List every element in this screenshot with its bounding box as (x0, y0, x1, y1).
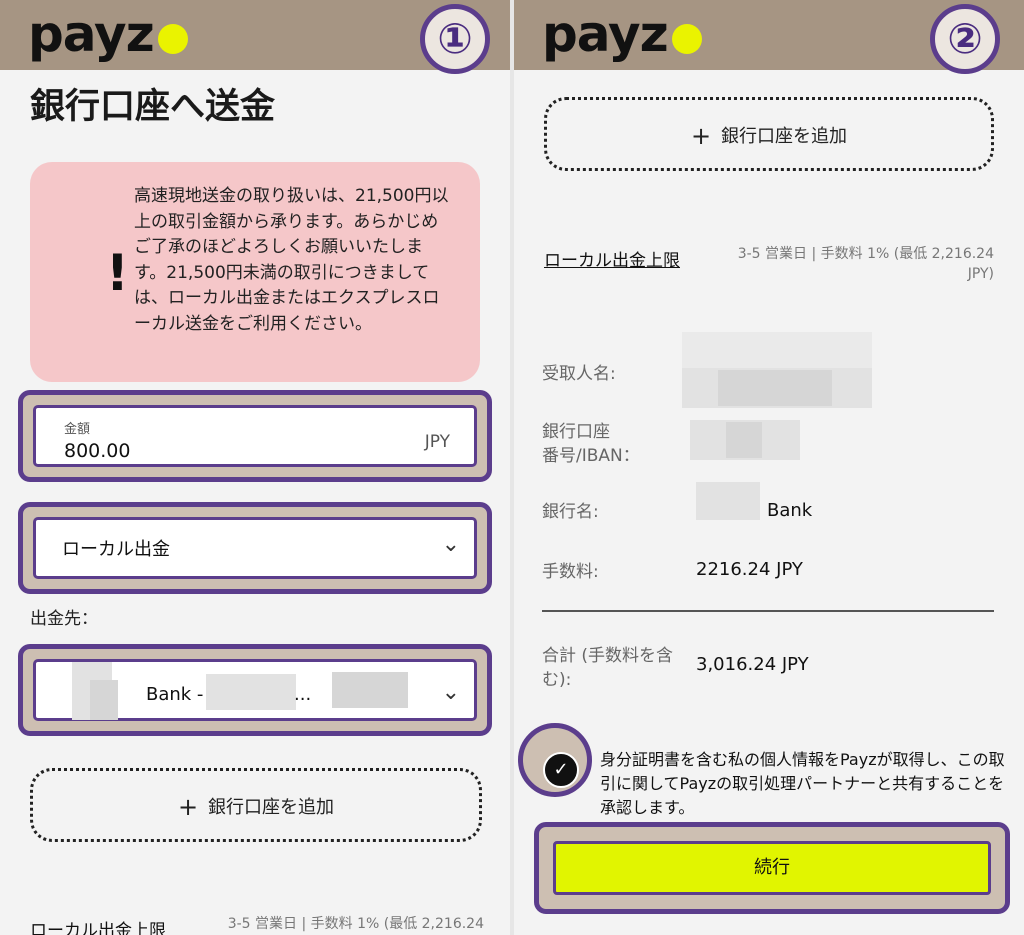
destination-highlight: Bank - ... ⌄ (18, 644, 492, 736)
redacted-block (696, 482, 760, 520)
total-value: 3,016.24 JPY (696, 654, 809, 675)
consent-highlight: ✓ (518, 723, 592, 797)
account-number-label: 銀行口座 番号/IBAN： (542, 422, 640, 466)
step-badge-2: ② (930, 4, 1000, 74)
chevron-down-icon: ⌄ (441, 680, 460, 705)
page-title: 銀行口座へ送金 (30, 87, 276, 127)
fee-label: 手数料: (542, 562, 599, 582)
top-bar: payz ① (0, 0, 510, 74)
amount-label: 金額 (64, 422, 91, 437)
total-label: 合計 (手数料を含 む): (542, 646, 674, 690)
consent-text: 身分証明書を含む私の個人情報をPayzが取得し、この取引に関してPayzの取引処… (600, 750, 1005, 817)
continue-highlight: 続行 (534, 822, 1010, 914)
add-bank-account-button[interactable]: + 銀行口座を追加 (30, 768, 482, 842)
payz-logo: payz (542, 5, 669, 63)
notice-text: 高速現地送金の取り扱いは、21,500円以上の取引金額から承ります。あらかじめご… (134, 186, 449, 334)
chevron-down-icon: ⌄ (441, 532, 460, 557)
add-bank-account-button[interactable]: + 銀行口座を追加 (544, 97, 994, 171)
fee-value: 2216.24 JPY (696, 559, 803, 580)
destination-ellipsis: ... (294, 684, 312, 705)
exclamation-icon: ! (106, 244, 129, 302)
redacted-block (206, 674, 296, 710)
payz-logo: payz (28, 5, 155, 63)
redacted-block (682, 332, 872, 368)
amount-value[interactable]: 800.00 (64, 440, 130, 462)
limit-info: 3-5 営業日 | 手数料 1% (最低 2,216.24 (227, 916, 484, 932)
redacted-block (332, 672, 408, 708)
redacted-block (718, 370, 832, 406)
redacted-block (726, 422, 762, 458)
continue-button[interactable]: 続行 (553, 841, 991, 895)
destination-bank: Bank - (146, 684, 204, 705)
step-2-panel: payz ② + 銀行口座を追加 ローカル出金上限 3-5 営業日 | 手数料 1… (514, 0, 1024, 935)
destination-label: 出金先： (30, 609, 98, 629)
amount-highlight: 金額 800.00 JPY (18, 390, 492, 482)
recipient-name-label: 受取人名: (542, 364, 616, 384)
amount-field[interactable]: 金額 800.00 JPY (33, 405, 477, 467)
local-withdrawal-limit-link[interactable]: ローカル出金上限 (30, 916, 166, 935)
top-bar: payz ② (514, 0, 1024, 74)
bank-name-value: Bank (767, 500, 813, 521)
plus-icon: + (690, 122, 712, 150)
logo-dot (158, 24, 188, 54)
divider-line (542, 610, 994, 612)
bank-name-label: 銀行名: (542, 502, 599, 522)
method-highlight: ローカル出金 ⌄ (18, 502, 492, 594)
notice-alert: ! 高速現地送金の取り扱いは、21,500円以上の取引金額から承ります。あらかじ… (30, 162, 480, 382)
destination-select[interactable]: Bank - ... ⌄ (33, 659, 477, 721)
logo-dot (672, 24, 702, 54)
redacted-block (90, 680, 118, 720)
currency-label: JPY (424, 432, 450, 452)
withdrawal-method-select[interactable]: ローカル出金 ⌄ (33, 517, 477, 579)
step-1-panel: payz ① 銀行口座へ送金 ! 高速現地送金の取り扱いは、21,500円以上の… (0, 0, 510, 935)
consent-checkbox[interactable]: ✓ (543, 752, 579, 788)
local-withdrawal-limit-link[interactable]: ローカル出金上限 (544, 246, 680, 271)
add-bank-label: 銀行口座を追加 (721, 126, 848, 147)
limit-info: 3-5 営業日 | 手数料 1% (最低 2,216.24 JPY) (737, 246, 994, 282)
add-bank-label: 銀行口座を追加 (208, 797, 335, 818)
step-badge-1: ① (420, 4, 490, 74)
withdrawal-method-value: ローカル出金 (62, 539, 170, 560)
plus-icon: + (177, 793, 199, 821)
checkmark-icon: ✓ (553, 759, 569, 780)
